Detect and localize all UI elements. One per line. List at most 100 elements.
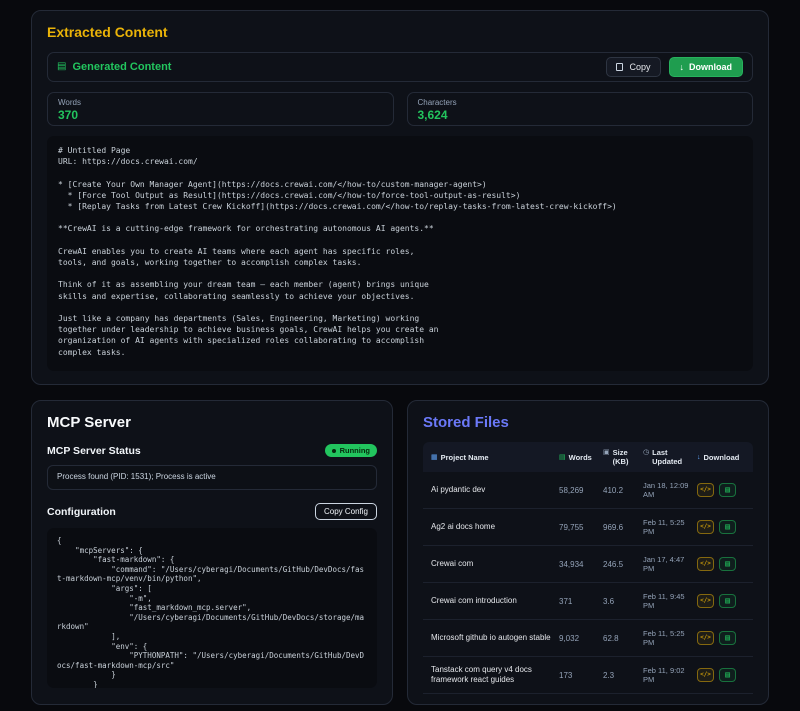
size-value: 2.3 — [603, 671, 643, 680]
project-name: Tanstack com query v4 docs framework rea… — [431, 665, 559, 685]
project-name: Crewai com — [431, 559, 559, 569]
characters-stat-label: Characters — [418, 98, 743, 107]
generated-content-header: ▤ Generated Content — [57, 61, 171, 73]
last-updated-value: Jan 18, 12:09 AM — [643, 481, 697, 500]
copy-button-label: Copy — [629, 62, 650, 72]
view-markdown-button[interactable]: ▤ — [719, 668, 736, 682]
file-icon: ▤ — [725, 671, 730, 679]
file-icon: ▤ — [725, 634, 730, 642]
column-header-project-name: ▦ Project Name — [431, 453, 559, 462]
mcp-server-panel: MCP Server MCP Server Status Running Pro… — [31, 400, 393, 705]
code-icon: </> — [700, 561, 711, 567]
code-icon: </> — [700, 672, 711, 678]
words-icon: ▤ — [559, 453, 566, 462]
view-json-button[interactable]: </> — [697, 483, 714, 497]
table-row: Crewai com introduction 371 3.6 Feb 11, … — [423, 583, 753, 620]
table-header: ▦ Project Name ▤ Words ▣ Size (KB) ◷ Las… — [423, 442, 753, 472]
database-icon: ▦ — [431, 453, 438, 462]
last-updated-value: Feb 11, 5:25 PM — [643, 629, 697, 648]
mcp-config-json[interactable]: { "mcpServers": { "fast-markdown": { "co… — [47, 528, 377, 688]
copy-button[interactable]: Copy — [606, 57, 660, 77]
table-row: Ai pydantic dev 58,269 410.2 Jan 18, 12:… — [423, 472, 753, 509]
project-name: Microsoft github io autogen stable — [431, 633, 559, 643]
generated-content-card: ▤ Generated Content Copy ↓ Download — [47, 52, 753, 82]
status-badge-label: Running — [340, 446, 370, 455]
column-header-last-updated: ◷ Last Updated — [643, 448, 697, 466]
status-dot-icon — [332, 449, 336, 453]
characters-stat-value: 3,624 — [418, 108, 743, 122]
column-label: Size (KB) — [613, 448, 643, 466]
words-stat: Words 370 — [47, 92, 394, 126]
column-label: Download — [704, 453, 740, 462]
clock-icon: ◷ — [643, 448, 649, 457]
size-value: 969.6 — [603, 523, 643, 532]
stored-files-title: Stored Files — [423, 414, 753, 431]
size-value: 246.5 — [603, 560, 643, 569]
stored-files-panel: Stored Files ▦ Project Name ▤ Words ▣ Si… — [407, 400, 769, 705]
row-actions: </> ▤ — [697, 631, 745, 645]
words-value: 9,032 — [559, 634, 603, 643]
file-icon: ▤ — [725, 560, 730, 568]
view-json-button[interactable]: </> — [697, 668, 714, 682]
words-value: 371 — [559, 597, 603, 606]
view-json-button[interactable]: </> — [697, 557, 714, 571]
row-actions: </> ▤ — [697, 557, 745, 571]
view-markdown-button[interactable]: ▤ — [719, 557, 736, 571]
view-markdown-button[interactable]: ▤ — [719, 483, 736, 497]
view-markdown-button[interactable]: ▤ — [719, 520, 736, 534]
column-label: Project Name — [441, 453, 489, 462]
size-value: 62.8 — [603, 634, 643, 643]
words-stat-value: 370 — [58, 108, 383, 122]
configuration-label: Configuration — [47, 506, 116, 518]
table-row: Ag2 ai docs home 79,755 969.6 Feb 11, 5:… — [423, 509, 753, 546]
row-actions: </> ▤ — [697, 483, 745, 497]
characters-stat: Characters 3,624 — [407, 92, 754, 126]
mcp-status-message: Process found (PID: 1531); Process is ac… — [47, 465, 377, 490]
last-updated-value: Feb 11, 9:02 PM — [643, 666, 697, 685]
copy-config-button[interactable]: Copy Config — [315, 503, 377, 520]
code-icon: </> — [700, 598, 711, 604]
project-name: Ag2 ai docs home — [431, 522, 559, 532]
project-name: Crewai com introduction — [431, 596, 559, 606]
view-markdown-button[interactable]: ▤ — [719, 631, 736, 645]
code-icon: </> — [700, 635, 711, 641]
page: Extracted Content ▤ Generated Content Co… — [0, 0, 800, 705]
row-actions: </> ▤ — [697, 520, 745, 534]
size-icon: ▣ — [603, 448, 610, 457]
words-value: 34,934 — [559, 560, 603, 569]
table-row: Crewai com 34,934 246.5 Jan 17, 4:47 PM … — [423, 546, 753, 583]
file-icon: ▤ — [725, 523, 730, 531]
extracted-content-panel: Extracted Content ▤ Generated Content Co… — [31, 10, 769, 385]
generated-content-label: Generated Content — [72, 61, 171, 73]
size-value: 410.2 — [603, 486, 643, 495]
file-icon: ▤ — [725, 597, 730, 605]
words-value: 58,269 — [559, 486, 603, 495]
mcp-status-header: MCP Server Status Running — [47, 444, 377, 457]
last-updated-value: Jan 17, 4:47 PM — [643, 555, 697, 574]
row-actions: </> ▤ — [697, 594, 745, 608]
words-value: 79,755 — [559, 523, 603, 532]
column-label: Last Updated — [652, 448, 697, 466]
mcp-status-label: MCP Server Status — [47, 445, 141, 457]
download-icon: ↓ — [697, 453, 701, 462]
copy-icon — [616, 63, 623, 71]
stats-row: Words 370 Characters 3,624 — [47, 92, 753, 126]
status-badge: Running — [325, 444, 377, 457]
last-updated-value: Feb 11, 9:45 PM — [643, 592, 697, 611]
view-json-button[interactable]: </> — [697, 631, 714, 645]
column-header-download: ↓ Download — [697, 453, 745, 462]
bottom-row: MCP Server MCP Server Status Running Pro… — [31, 400, 769, 705]
extracted-markdown-content[interactable]: # Untitled Page URL: https://docs.crewai… — [47, 136, 753, 371]
view-json-button[interactable]: </> — [697, 520, 714, 534]
table-row: Tanstack com query v4 docs framework rea… — [423, 657, 753, 694]
document-icon: ▤ — [57, 62, 66, 72]
project-name: Ai pydantic dev — [431, 485, 559, 495]
mcp-server-title: MCP Server — [47, 414, 377, 431]
size-value: 3.6 — [603, 597, 643, 606]
last-updated-value: Feb 11, 5:25 PM — [643, 518, 697, 537]
view-markdown-button[interactable]: ▤ — [719, 594, 736, 608]
view-json-button[interactable]: </> — [697, 594, 714, 608]
extracted-content-title: Extracted Content — [47, 24, 753, 40]
column-header-size: ▣ Size (KB) — [603, 448, 643, 466]
download-button[interactable]: ↓ Download — [669, 57, 744, 77]
